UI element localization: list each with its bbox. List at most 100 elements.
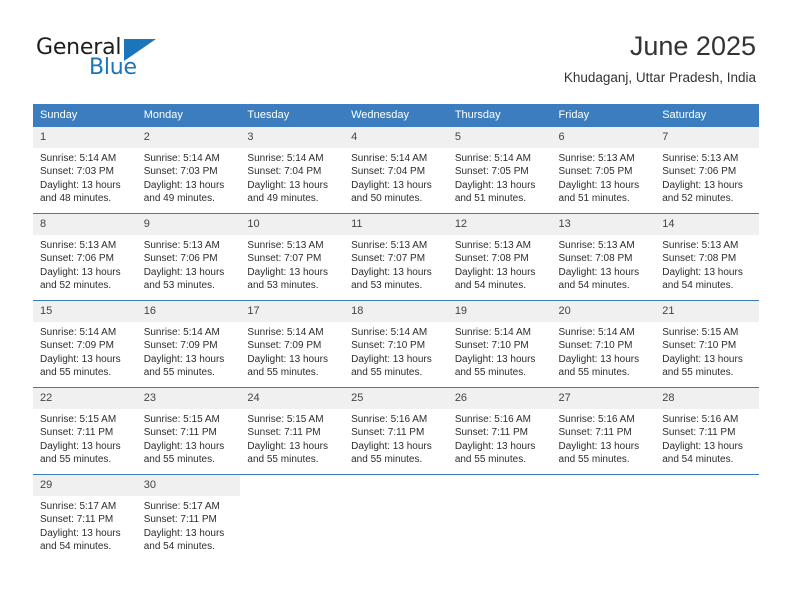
calendar-day-cell[interactable]: 15 Sunrise: 5:14 AM Sunset: 7:09 PM Dayligh… <box>33 300 137 388</box>
sunrise-time: Sunrise: 5:13 AM <box>558 240 635 251</box>
calendar-day-cell[interactable]: 11 Sunrise: 5:13 AM Sunset: 7:07 PM Dayligh… <box>344 213 448 301</box>
calendar-day-cell[interactable]: 29 Sunrise: 5:17 AM Sunset: 7:11 PM Dayligh… <box>33 474 137 561</box>
calendar-day-cell[interactable]: 7 Sunrise: 5:13 AM Sunset: 7:06 PM Daylight… <box>655 126 759 214</box>
calendar-empty-cell <box>240 474 345 561</box>
sunrise-time: Sunrise: 5:15 AM <box>662 327 739 338</box>
weekday-header-friday: Friday <box>551 104 656 127</box>
calendar-day-cell[interactable]: 8 Sunrise: 5:13 AM Sunset: 7:06 PM Daylight… <box>33 213 137 301</box>
daylight-duration-line2: and 51 minutes. <box>558 192 630 204</box>
sunrise-time: Sunrise: 5:13 AM <box>662 240 739 251</box>
sunset-time: Sunset: 7:11 PM <box>351 427 425 439</box>
calendar-day-cell[interactable]: 12 Sunrise: 5:13 AM Sunset: 7:08 PM Dayligh… <box>447 213 552 301</box>
sunrise-time: Sunrise: 5:13 AM <box>143 240 220 251</box>
calendar-day-cell[interactable]: 26 Sunrise: 5:16 AM Sunset: 7:11 PM Dayligh… <box>447 387 552 475</box>
calendar-day-cell[interactable]: 21 Sunrise: 5:15 AM Sunset: 7:10 PM Dayligh… <box>655 300 759 388</box>
day-number: 4 <box>344 127 448 148</box>
sunset-time: Sunset: 7:04 PM <box>247 166 322 178</box>
day-details: Sunrise: 5:17 AM Sunset: 7:11 PM Daylight:… <box>33 496 137 553</box>
sunrise-time: Sunrise: 5:15 AM <box>247 414 324 425</box>
day-number: 6 <box>551 127 656 148</box>
day-number: 15 <box>33 301 137 322</box>
day-number: 14 <box>655 214 759 235</box>
calendar-day-cell[interactable]: 22 Sunrise: 5:15 AM Sunset: 7:11 PM Dayligh… <box>33 387 137 475</box>
calendar-day-cell[interactable]: 24 Sunrise: 5:15 AM Sunset: 7:11 PM Dayligh… <box>240 387 345 475</box>
calendar-day-cell[interactable]: 9 Sunrise: 5:13 AM Sunset: 7:06 PM Daylight… <box>136 213 241 301</box>
day-details: Sunrise: 5:14 AM Sunset: 7:09 PM Daylight:… <box>240 322 344 379</box>
daylight-duration-line1: Daylight: 13 hours <box>40 179 121 191</box>
sunset-time: Sunset: 7:09 PM <box>143 340 218 352</box>
sunset-time: Sunset: 7:04 PM <box>351 166 426 178</box>
day-details: Sunrise: 5:15 AM Sunset: 7:11 PM Daylight:… <box>33 409 137 466</box>
calendar-empty-cell <box>447 474 552 561</box>
day-details: Sunrise: 5:13 AM Sunset: 7:07 PM Daylight:… <box>344 235 448 292</box>
daylight-duration-line2: and 54 minutes. <box>662 453 734 465</box>
daylight-duration-line1: Daylight: 13 hours <box>351 179 432 191</box>
calendar-day-cell[interactable]: 27 Sunrise: 5:16 AM Sunset: 7:11 PM Dayligh… <box>551 387 656 475</box>
sunrise-time: Sunrise: 5:14 AM <box>558 327 635 338</box>
sunrise-time: Sunrise: 5:16 AM <box>558 414 635 425</box>
sunset-time: Sunset: 7:08 PM <box>454 253 529 265</box>
calendar-day-cell[interactable]: 13 Sunrise: 5:13 AM Sunset: 7:08 PM Dayligh… <box>551 213 656 301</box>
day-number: 17 <box>240 301 345 322</box>
calendar-day-cell[interactable]: 5 Sunrise: 5:14 AM Sunset: 7:05 PM Daylight… <box>447 126 552 214</box>
daylight-duration-line1: Daylight: 13 hours <box>454 179 536 191</box>
sunset-time: Sunset: 7:11 PM <box>247 427 321 439</box>
day-number <box>655 475 759 496</box>
daylight-duration-line2: and 55 minutes. <box>351 366 423 378</box>
calendar-day-cell[interactable]: 28 Sunrise: 5:16 AM Sunset: 7:11 PM Dayligh… <box>655 387 759 475</box>
calendar-day-cell[interactable]: 18 Sunrise: 5:14 AM Sunset: 7:10 PM Dayligh… <box>344 300 448 388</box>
calendar-day-cell[interactable]: 6 Sunrise: 5:13 AM Sunset: 7:05 PM Daylight… <box>551 126 656 214</box>
daylight-duration-line1: Daylight: 13 hours <box>558 266 640 278</box>
day-details: Sunrise: 5:16 AM Sunset: 7:11 PM Daylight:… <box>344 409 448 466</box>
calendar-empty-cell <box>551 474 656 561</box>
sunrise-time: Sunrise: 5:13 AM <box>662 153 739 164</box>
calendar-day-cell[interactable]: 10 Sunrise: 5:13 AM Sunset: 7:07 PM Dayligh… <box>240 213 345 301</box>
calendar-day-cell[interactable]: 30 Sunrise: 5:17 AM Sunset: 7:11 PM Dayligh… <box>136 474 241 561</box>
logo-text-blue: Blue <box>89 55 137 80</box>
day-details: Sunrise: 5:14 AM Sunset: 7:05 PM Daylight:… <box>448 148 552 205</box>
day-number: 10 <box>240 214 345 235</box>
weekday-header-sunday: Sunday <box>33 104 137 127</box>
sunrise-time: Sunrise: 5:13 AM <box>40 240 117 251</box>
sunset-time: Sunset: 7:11 PM <box>143 514 217 526</box>
general-blue-logo[interactable]: General Blue <box>36 36 166 84</box>
sunrise-time: Sunrise: 5:15 AM <box>143 414 220 425</box>
day-details: Sunrise: 5:13 AM Sunset: 7:06 PM Daylight:… <box>137 235 241 292</box>
calendar-day-cell[interactable]: 17 Sunrise: 5:14 AM Sunset: 7:09 PM Dayligh… <box>240 300 345 388</box>
day-details: Sunrise: 5:14 AM Sunset: 7:09 PM Daylight:… <box>33 322 137 379</box>
daylight-duration-line1: Daylight: 13 hours <box>662 353 743 365</box>
sunset-time: Sunset: 7:11 PM <box>454 427 529 439</box>
calendar-day-cell[interactable]: 19 Sunrise: 5:14 AM Sunset: 7:10 PM Dayligh… <box>447 300 552 388</box>
calendar-day-cell[interactable]: 16 Sunrise: 5:14 AM Sunset: 7:09 PM Dayligh… <box>136 300 241 388</box>
day-number: 26 <box>447 388 552 409</box>
day-number: 22 <box>33 388 137 409</box>
daylight-duration-line2: and 55 minutes. <box>351 453 423 465</box>
calendar-day-cell[interactable]: 14 Sunrise: 5:13 AM Sunset: 7:08 PM Dayligh… <box>655 213 759 301</box>
day-details: Sunrise: 5:13 AM Sunset: 7:08 PM Daylight:… <box>448 235 552 292</box>
calendar-day-cell[interactable]: 4 Sunrise: 5:14 AM Sunset: 7:04 PM Daylight… <box>344 126 448 214</box>
daylight-duration-line1: Daylight: 13 hours <box>247 266 329 278</box>
weekday-header-thursday: Thursday <box>447 104 552 127</box>
calendar-day-cell[interactable]: 2 Sunrise: 5:14 AM Sunset: 7:03 PM Daylight… <box>136 126 241 214</box>
sunrise-time: Sunrise: 5:16 AM <box>351 414 428 425</box>
calendar-day-cell[interactable]: 20 Sunrise: 5:14 AM Sunset: 7:10 PM Dayligh… <box>551 300 656 388</box>
day-details: Sunrise: 5:16 AM Sunset: 7:11 PM Daylight:… <box>448 409 552 466</box>
sunrise-time: Sunrise: 5:17 AM <box>40 501 117 512</box>
day-number: 30 <box>136 475 241 496</box>
title-block: June 2025 Khudaganj, Uttar Pradesh, Indi… <box>564 30 756 87</box>
day-number: 1 <box>33 127 137 148</box>
day-number: 27 <box>551 388 656 409</box>
daylight-duration-line1: Daylight: 13 hours <box>247 440 329 452</box>
day-number: 13 <box>551 214 656 235</box>
calendar-day-cell[interactable]: 1 Sunrise: 5:14 AM Sunset: 7:03 PM Daylight… <box>33 126 137 214</box>
calendar-day-cell[interactable]: 3 Sunrise: 5:14 AM Sunset: 7:04 PM Daylight… <box>240 126 345 214</box>
daylight-duration-line1: Daylight: 13 hours <box>662 440 743 452</box>
day-details: Sunrise: 5:13 AM Sunset: 7:06 PM Daylight:… <box>655 148 759 205</box>
calendar-day-cell[interactable]: 25 Sunrise: 5:16 AM Sunset: 7:11 PM Dayligh… <box>344 387 448 475</box>
calendar-day-cell[interactable]: 23 Sunrise: 5:15 AM Sunset: 7:11 PM Dayligh… <box>136 387 241 475</box>
sunset-time: Sunset: 7:07 PM <box>351 253 426 265</box>
sunset-time: Sunset: 7:11 PM <box>662 427 736 439</box>
calendar-week-row: 8 Sunrise: 5:13 AM Sunset: 7:06 PM Daylight… <box>33 213 759 301</box>
daylight-duration-line2: and 49 minutes. <box>143 192 215 204</box>
page-title: June 2025 <box>629 31 756 61</box>
